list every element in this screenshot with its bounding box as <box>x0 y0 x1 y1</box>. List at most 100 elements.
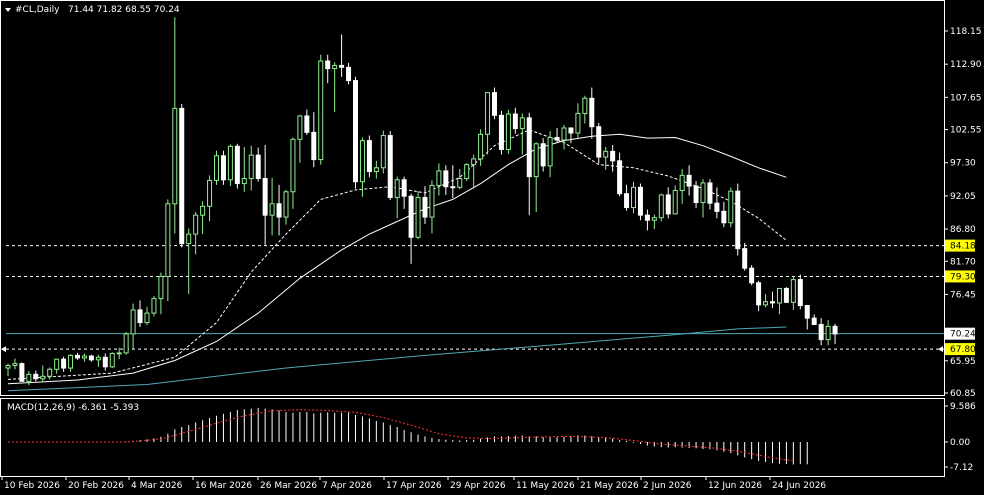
candle[interactable] <box>825 320 831 346</box>
candle[interactable] <box>158 272 164 315</box>
candle[interactable] <box>179 103 185 248</box>
candle[interactable] <box>255 147 261 182</box>
candle[interactable] <box>797 274 803 310</box>
candle[interactable] <box>387 131 393 200</box>
candle[interactable] <box>248 145 254 191</box>
candle[interactable] <box>582 95 588 124</box>
candle[interactable] <box>353 76 358 189</box>
candle[interactable] <box>596 122 602 164</box>
candle[interactable] <box>818 318 824 346</box>
candle[interactable] <box>742 242 748 271</box>
candle[interactable] <box>102 353 108 371</box>
candle[interactable] <box>339 34 345 77</box>
candle[interactable] <box>568 127 574 144</box>
candle[interactable] <box>631 181 636 214</box>
dropdown-triangle-icon[interactable] <box>5 8 11 12</box>
candle[interactable] <box>151 296 157 317</box>
candle[interactable] <box>457 169 463 190</box>
candle[interactable] <box>241 146 247 192</box>
candle[interactable] <box>700 179 706 218</box>
candle[interactable] <box>123 332 129 355</box>
candle[interactable] <box>533 142 539 212</box>
candle[interactable] <box>61 356 67 372</box>
candle[interactable] <box>325 54 331 84</box>
candle[interactable] <box>75 352 80 360</box>
candle[interactable] <box>783 287 789 303</box>
candle[interactable] <box>33 370 39 382</box>
candle[interactable] <box>443 165 449 195</box>
candle[interactable] <box>478 129 484 166</box>
candle[interactable] <box>262 145 268 245</box>
candle[interactable] <box>304 109 310 135</box>
candle[interactable] <box>408 193 414 264</box>
candle[interactable] <box>707 179 713 210</box>
candle[interactable] <box>485 91 491 155</box>
candle[interactable] <box>498 110 504 155</box>
candle[interactable] <box>283 189 289 225</box>
candle[interactable] <box>721 201 727 228</box>
candle[interactable] <box>610 145 616 172</box>
candle[interactable] <box>373 160 379 179</box>
candle[interactable] <box>735 183 741 256</box>
candle[interactable] <box>200 201 206 235</box>
candle[interactable] <box>12 358 18 370</box>
candle[interactable] <box>617 152 623 197</box>
candle[interactable] <box>276 184 282 236</box>
candle[interactable] <box>811 314 817 326</box>
candle[interactable] <box>492 87 497 120</box>
candle[interactable] <box>207 175 213 222</box>
candle[interactable] <box>756 280 762 312</box>
candle[interactable] <box>665 187 671 219</box>
candle[interactable] <box>651 214 657 230</box>
candle[interactable] <box>770 291 775 309</box>
candle[interactable] <box>575 103 581 140</box>
candle[interactable] <box>644 209 650 231</box>
candle[interactable] <box>297 114 303 163</box>
candle[interactable] <box>686 165 692 196</box>
candle[interactable] <box>763 294 769 308</box>
candle[interactable] <box>728 187 734 228</box>
candle[interactable] <box>186 228 192 295</box>
candle[interactable] <box>359 137 365 197</box>
candle[interactable] <box>776 287 782 315</box>
candle[interactable] <box>193 212 199 255</box>
candle[interactable] <box>40 365 46 382</box>
candle[interactable] <box>422 186 428 225</box>
candle[interactable] <box>679 169 685 204</box>
candle[interactable] <box>749 265 755 286</box>
candle[interactable] <box>380 130 386 174</box>
candle[interactable] <box>658 193 664 222</box>
candle[interactable] <box>804 304 810 330</box>
candle[interactable] <box>234 143 240 189</box>
candle[interactable] <box>311 112 317 168</box>
candle[interactable] <box>214 150 219 185</box>
candle[interactable] <box>471 154 477 189</box>
candle[interactable] <box>88 354 94 362</box>
candle[interactable] <box>5 363 11 377</box>
candle[interactable] <box>227 144 233 187</box>
candle[interactable] <box>589 87 595 139</box>
candle[interactable] <box>68 354 74 372</box>
candle[interactable] <box>672 185 678 215</box>
candle[interactable] <box>540 138 546 172</box>
candle[interactable] <box>561 124 567 150</box>
candle[interactable] <box>526 112 532 216</box>
candle[interactable] <box>269 177 275 236</box>
candle[interactable] <box>54 358 60 374</box>
candle[interactable] <box>832 323 838 345</box>
candle[interactable] <box>790 275 796 310</box>
candle[interactable] <box>81 353 87 362</box>
candle[interactable] <box>547 131 553 178</box>
candle[interactable] <box>19 362 25 382</box>
candle[interactable] <box>290 137 296 209</box>
candle[interactable] <box>464 163 470 182</box>
candle[interactable] <box>172 17 178 234</box>
candle[interactable] <box>603 146 609 170</box>
candle[interactable] <box>624 184 630 211</box>
candle[interactable] <box>505 109 511 154</box>
candle[interactable] <box>637 183 643 221</box>
candle[interactable] <box>429 180 435 234</box>
candle[interactable] <box>366 135 372 178</box>
candle[interactable] <box>450 165 456 199</box>
candle[interactable] <box>394 176 400 219</box>
